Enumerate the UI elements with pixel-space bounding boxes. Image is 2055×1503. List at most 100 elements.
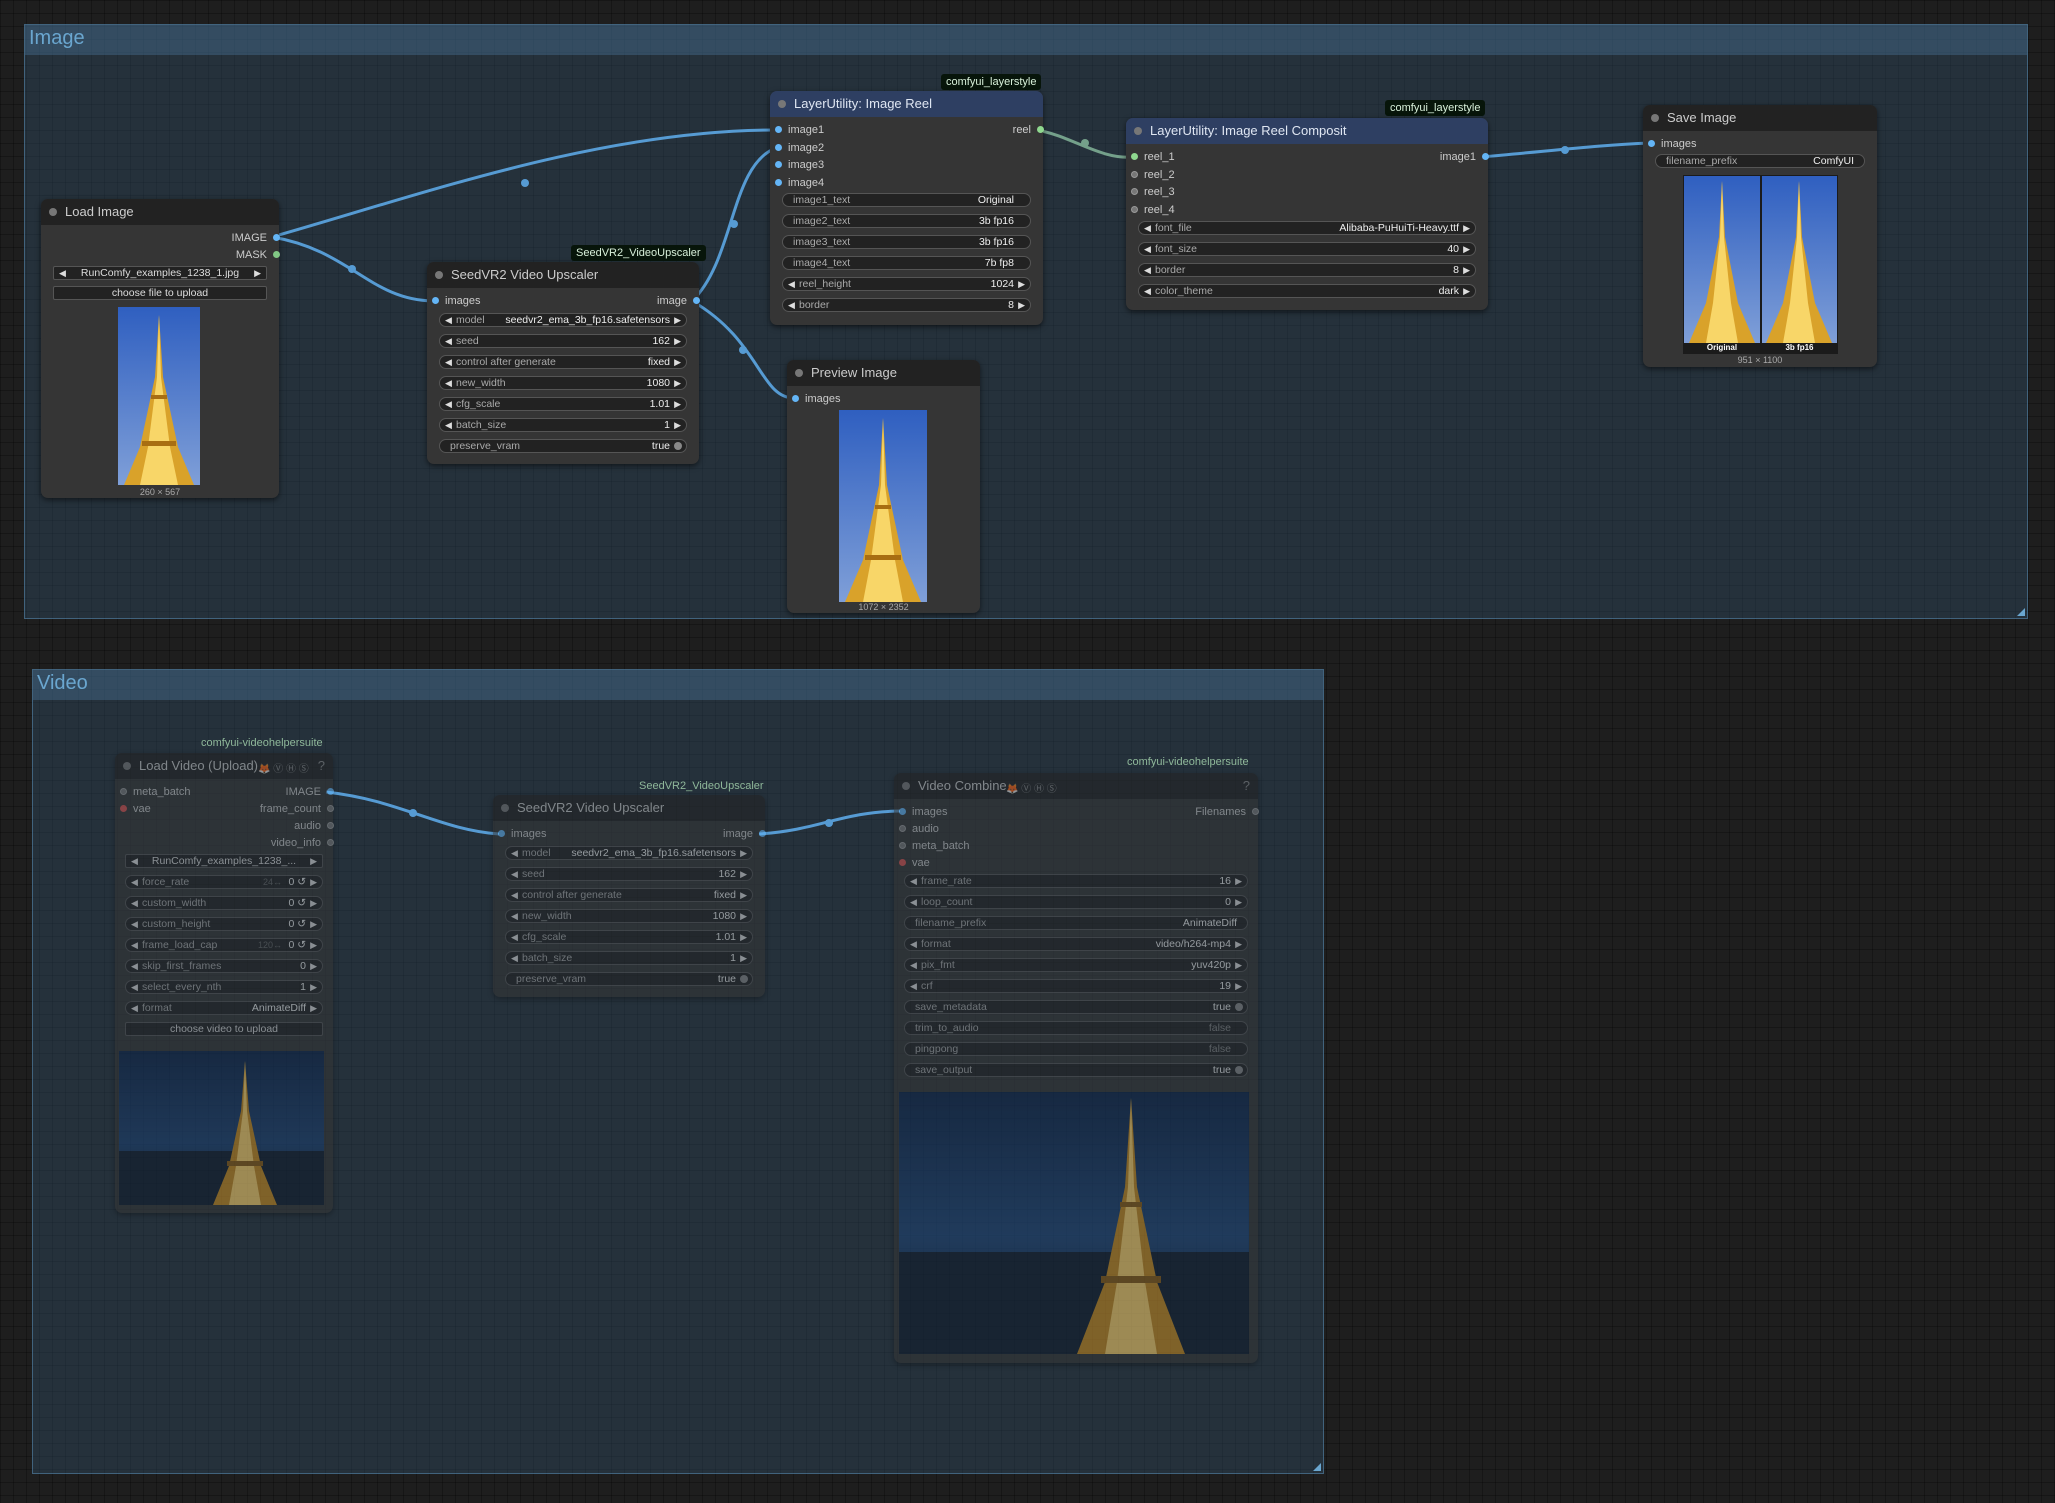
arrow-right-icon[interactable]: ▶	[310, 1002, 317, 1014]
new-width-widget[interactable]: ◀ new_width 1080 ▶	[505, 909, 753, 923]
arrow-left-icon[interactable]: ◀	[910, 875, 917, 887]
arrow-right-icon[interactable]: ▶	[1235, 938, 1242, 950]
input-slot-images[interactable]: images	[432, 294, 480, 308]
arrow-left-icon[interactable]: ◀	[445, 419, 452, 431]
arrow-left-icon[interactable]: ◀	[511, 910, 518, 922]
node-title[interactable]: SeedVR2 Video Upscaler	[493, 795, 765, 821]
input-slot-images[interactable]: images	[498, 827, 546, 841]
filename-prefix-widget[interactable]: filename_prefix ComfyUI	[1655, 154, 1865, 168]
socket-icon[interactable]	[327, 805, 334, 812]
collapse-dot-icon[interactable]	[795, 369, 803, 377]
arrow-left-icon[interactable]: ◀	[131, 918, 138, 930]
socket-icon[interactable]	[498, 830, 505, 837]
node-load-video[interactable]: Load Video (Upload) 🦊 Ⓥ Ⓗ Ⓢ ? meta_batch…	[115, 753, 334, 1213]
socket-icon[interactable]	[759, 830, 766, 837]
arrow-right-icon[interactable]: ▶	[1235, 980, 1242, 992]
arrow-left-icon[interactable]: ◀	[131, 876, 138, 888]
arrow-left-icon[interactable]: ◀	[511, 868, 518, 880]
node-title[interactable]: Load Image	[41, 199, 279, 225]
input-slot-reel3[interactable]: reel_3	[1131, 185, 1175, 199]
arrow-right-icon[interactable]: ▶	[674, 419, 681, 431]
node-video-combine[interactable]: Video Combine 🦊 Ⓥ Ⓗ Ⓢ ? images audio met…	[894, 773, 1259, 1363]
output-slot-frame-count[interactable]: frame_count	[260, 802, 334, 816]
socket-icon[interactable]	[899, 825, 906, 832]
arrow-right-icon[interactable]: ▶	[254, 267, 261, 279]
model-widget[interactable]: ◀ model seedvr2_ema_3b_fp16.safetensors ▶	[505, 846, 753, 860]
pix-fmt-widget[interactable]: ◀ pix_fmt yuv420p ▶	[904, 958, 1248, 972]
arrow-right-icon[interactable]: ▶	[1463, 264, 1470, 276]
socket-icon[interactable]	[1131, 206, 1138, 213]
socket-icon[interactable]	[899, 859, 906, 866]
socket-icon[interactable]	[1252, 808, 1259, 815]
socket-icon[interactable]	[1482, 153, 1489, 160]
frame-rate-widget[interactable]: ◀ frame_rate 16 ▶	[904, 874, 1248, 888]
reel-height-widget[interactable]: ◀ reel_height 1024 ▶	[782, 277, 1031, 291]
image1-text-widget[interactable]: image1_text Original	[782, 193, 1031, 207]
arrow-left-icon[interactable]: ◀	[1144, 285, 1151, 297]
output-slot-image[interactable]: IMAGE	[286, 785, 334, 799]
image2-text-widget[interactable]: image2_text 3b fp16	[782, 214, 1031, 228]
control-after-generate-widget[interactable]: ◀ control after generate fixed ▶	[505, 888, 753, 902]
node-save-image[interactable]: Save Image images filename_prefix ComfyUI…	[1643, 105, 1877, 367]
arrow-right-icon[interactable]: ▶	[310, 960, 317, 972]
color-theme-widget[interactable]: ◀ color_theme dark ▶	[1138, 284, 1476, 298]
arrow-right-icon[interactable]: ▶	[1018, 278, 1025, 290]
arrow-left-icon[interactable]: ◀	[511, 931, 518, 943]
group-title[interactable]: Image	[25, 25, 2027, 55]
collapse-dot-icon[interactable]	[123, 762, 131, 770]
socket-icon[interactable]	[775, 179, 782, 186]
socket-icon[interactable]	[327, 788, 334, 795]
arrow-left-icon[interactable]: ◀	[131, 855, 138, 867]
input-slot-image4[interactable]: image4	[775, 176, 824, 190]
arrow-left-icon[interactable]: ◀	[445, 335, 452, 347]
help-icon[interactable]: ?	[1243, 778, 1250, 793]
resize-handle-icon[interactable]	[2017, 608, 2025, 616]
seed-widget[interactable]: ◀ seed 162 ▶	[439, 334, 687, 348]
toggle-knob-icon[interactable]	[1235, 1003, 1243, 1011]
socket-icon[interactable]	[1037, 126, 1044, 133]
font-file-widget[interactable]: ◀ font_file Alibaba-PuHuiTi-Heavy.ttf ▶	[1138, 221, 1476, 235]
font-size-widget[interactable]: ◀ font_size 40 ▶	[1138, 242, 1476, 256]
crf-widget[interactable]: ◀ crf 19 ▶	[904, 979, 1248, 993]
arrow-right-icon[interactable]: ▶	[674, 335, 681, 347]
output-slot-image1[interactable]: image1	[1440, 150, 1489, 164]
arrow-right-icon[interactable]: ▶	[310, 981, 317, 993]
arrow-left-icon[interactable]: ◀	[788, 278, 795, 290]
socket-icon[interactable]	[775, 144, 782, 151]
output-slot-filenames[interactable]: Filenames	[1195, 805, 1259, 819]
upload-video-button[interactable]: choose video to upload	[125, 1022, 323, 1036]
collapse-dot-icon[interactable]	[1134, 127, 1142, 135]
input-slot-images[interactable]: images	[899, 805, 947, 819]
output-slot-reel[interactable]: reel	[1013, 123, 1044, 137]
node-title[interactable]: Preview Image	[787, 360, 980, 386]
arrow-right-icon[interactable]: ▶	[740, 868, 747, 880]
socket-icon[interactable]	[120, 805, 127, 812]
arrow-right-icon[interactable]: ▶	[1235, 959, 1242, 971]
format-widget[interactable]: ◀ format AnimateDiff ▶	[125, 1001, 323, 1015]
output-slot-audio[interactable]: audio	[294, 819, 334, 833]
arrow-right-icon[interactable]: ▶	[674, 314, 681, 326]
image4-text-widget[interactable]: image4_text 7b fp8	[782, 256, 1031, 270]
arrow-left-icon[interactable]: ◀	[788, 299, 795, 311]
file-select-widget[interactable]: ◀ RunComfy_examples_1238_1.jpg ▶	[53, 266, 267, 280]
control-after-generate-widget[interactable]: ◀ control after generate fixed ▶	[439, 355, 687, 369]
help-icon[interactable]: ?	[318, 758, 325, 773]
socket-icon[interactable]	[327, 839, 334, 846]
collapse-dot-icon[interactable]	[1651, 114, 1659, 122]
new-width-widget[interactable]: ◀ new_width 1080 ▶	[439, 376, 687, 390]
seed-widget[interactable]: ◀ seed 162 ▶	[505, 867, 753, 881]
input-slot-vae[interactable]: vae	[120, 802, 151, 816]
batch-size-widget[interactable]: ◀ batch_size 1 ▶	[505, 951, 753, 965]
arrow-left-icon[interactable]: ◀	[511, 889, 518, 901]
custom-height-widget[interactable]: ◀ custom_height 0 ↺ ▶	[125, 917, 323, 931]
arrow-left-icon[interactable]: ◀	[131, 1002, 138, 1014]
output-slot-image[interactable]: IMAGE	[232, 231, 280, 245]
skip-first-frames-widget[interactable]: ◀ skip_first_frames 0 ▶	[125, 959, 323, 973]
filename-prefix-widget[interactable]: filename_prefix AnimateDiff	[904, 916, 1248, 930]
node-preview-image[interactable]: Preview Image images 1072 × 2352	[787, 360, 980, 613]
group-title[interactable]: Video	[33, 670, 1323, 700]
arrow-right-icon[interactable]: ▶	[1463, 285, 1470, 297]
socket-icon[interactable]	[792, 395, 799, 402]
socket-icon[interactable]	[273, 234, 280, 241]
arrow-right-icon[interactable]: ▶	[1235, 896, 1242, 908]
